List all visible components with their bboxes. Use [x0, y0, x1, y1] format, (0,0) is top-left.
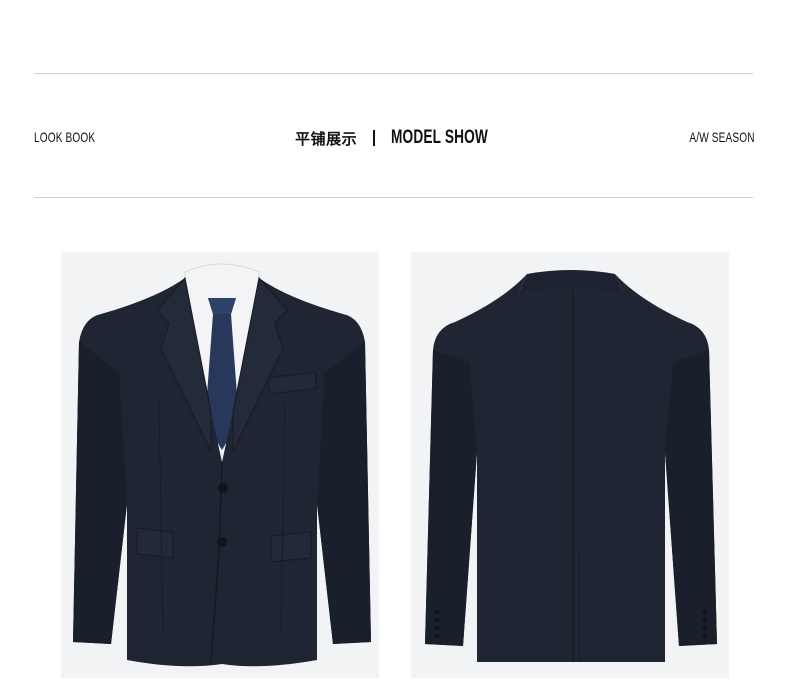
season-label: A/W SEASON: [689, 129, 755, 145]
section-title: 平铺展示 MODEL SHOW: [34, 124, 755, 152]
bottom-divider-line: [34, 197, 753, 198]
top-divider-line: [34, 73, 753, 74]
section-title-cn: 平铺展示: [295, 129, 358, 148]
section-title-en: MODEL SHOW: [391, 127, 489, 148]
suit-jacket-back-image: [411, 252, 729, 678]
suit-jacket-front-image: [61, 252, 379, 678]
section-header: LOOK BOOK 平铺展示 MODEL SHOW A/W SEASON: [34, 124, 755, 152]
title-separator: [373, 130, 376, 146]
